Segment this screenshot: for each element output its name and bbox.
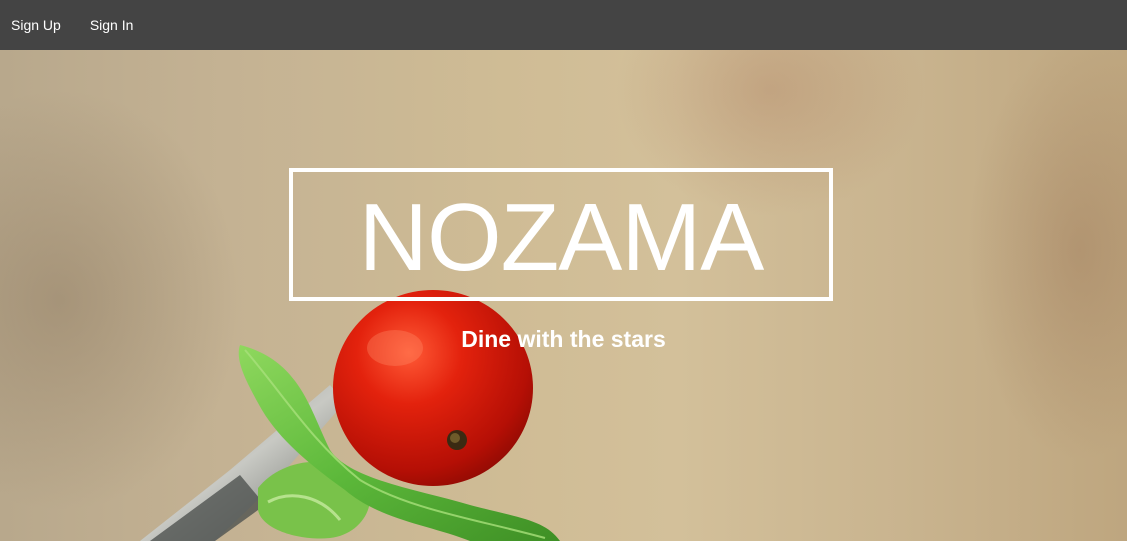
tagline: Dine with the stars xyxy=(461,326,666,352)
top-navbar: Sign Up Sign In xyxy=(0,0,1127,50)
sign-in-link[interactable]: Sign In xyxy=(90,0,134,50)
tomato-shape xyxy=(333,290,533,486)
sign-up-link[interactable]: Sign Up xyxy=(11,0,61,50)
page: Sign Up Sign In NOZAMA Dine with the sta… xyxy=(0,0,1127,541)
hero-section: NOZAMA Dine with the stars xyxy=(0,50,1127,541)
brand-title: NOZAMA xyxy=(358,183,765,291)
brand-frame: NOZAMA xyxy=(289,168,833,301)
